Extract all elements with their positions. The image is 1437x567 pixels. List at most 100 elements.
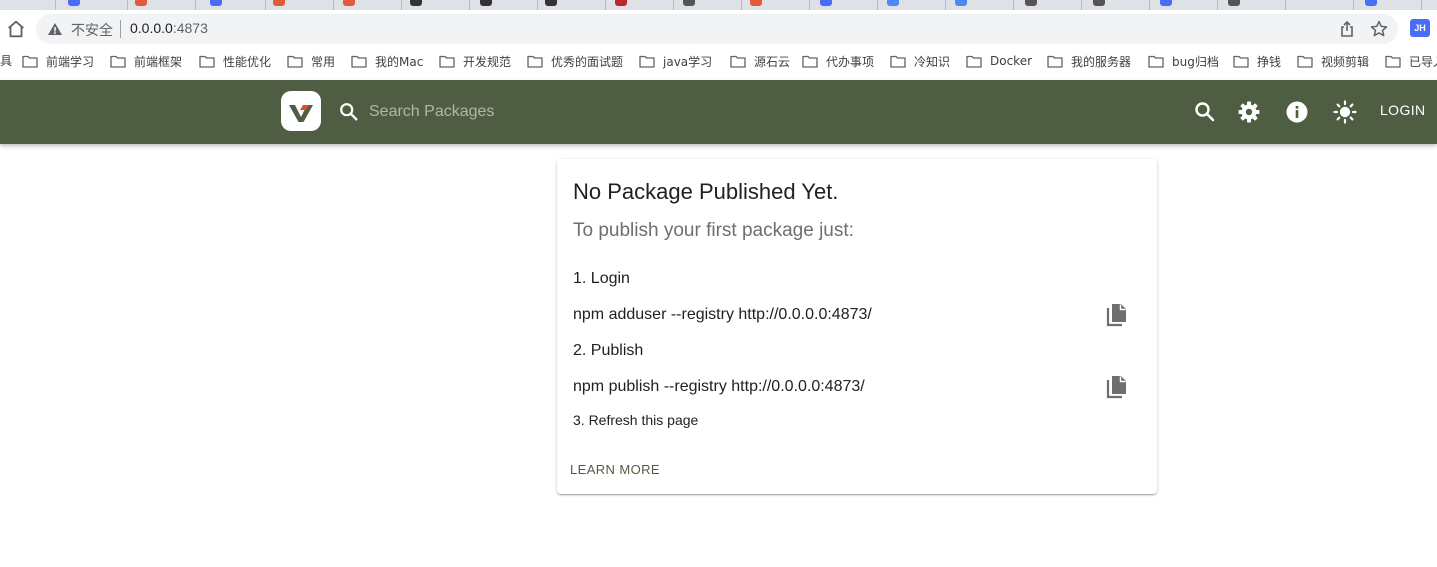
browser-tab[interactable] [606,0,674,10]
bookmark-folder[interactable]: 挣钱 [1233,52,1281,70]
publish-command: npm publish --registry http://0.0.0.0:48… [573,378,865,395]
folder-icon [1148,55,1164,68]
bookmark-folder[interactable]: 冷知识 [890,52,950,70]
search-icon[interactable] [1193,100,1217,124]
browser-tab[interactable] [402,0,470,10]
address-bar[interactable]: 不安全 0.0.0.0:4873 [36,14,1398,44]
theme-toggle-icon[interactable] [1333,100,1357,124]
bookmark-star-icon[interactable] [1370,20,1388,38]
bookmark-folder[interactable]: 开发规范 [439,52,511,70]
adduser-command: npm adduser --registry http://0.0.0.0:48… [573,306,872,323]
browser-tab[interactable] [742,0,810,10]
bookmark-label: 冷知识 [914,54,951,69]
login-button[interactable]: LOGIN [1380,102,1426,118]
share-icon[interactable] [1338,20,1356,38]
bookmark-label: Docker [990,54,1033,68]
folder-icon [351,55,367,68]
folder-icon [1297,55,1313,68]
bookmark-folder[interactable]: bug归档 [1148,52,1219,70]
browser-tab[interactable] [334,0,402,10]
card-subtitle: To publish your first package just: [573,220,854,241]
folder-icon [639,55,655,68]
folder-icon [1385,55,1401,68]
gear-icon[interactable] [1237,100,1261,124]
browser-tab[interactable] [1286,0,1354,10]
bookmark-folder[interactable]: java学习 [639,52,712,70]
bookmark-folder[interactable]: 源石云 [730,52,790,70]
folder-icon [890,55,906,68]
copy-icon[interactable] [1105,302,1129,328]
bookmark-label: 已导入 [1409,54,1437,69]
copy-icon[interactable] [1105,374,1129,400]
browser-tab[interactable] [1218,0,1286,10]
bookmark-label: 我的Mac [375,54,424,69]
url-text[interactable]: 0.0.0.0:4873 [130,20,208,36]
step-login: 1. Login [573,270,630,287]
warning-icon[interactable] [47,22,63,36]
browser-tab[interactable] [810,0,878,10]
verdaccio-logo[interactable] [281,91,321,131]
browser-tab[interactable] [538,0,606,10]
bookmark-folder[interactable]: 前端学习 [22,52,94,70]
bookmark-label: 性能优化 [223,54,272,69]
search-icon [340,103,358,121]
learn-more-button[interactable]: LEARN MORE [570,462,660,477]
bookmark-item[interactable]: 具 [0,52,12,69]
profile-avatar[interactable]: JH [1410,19,1430,37]
bookmark-label: 源石云 [754,54,791,69]
browser-tab[interactable] [0,0,56,10]
bookmark-label: bug归档 [1172,54,1219,69]
folder-icon [730,55,746,68]
folder-icon [527,55,543,68]
address-separator [120,20,121,38]
folder-icon [199,55,215,68]
bookmark-folder[interactable]: 性能优化 [199,52,271,70]
tab-strip[interactable] [0,0,1437,10]
bookmark-folder[interactable]: 我的服务器 [1047,52,1131,70]
folder-icon [110,55,126,68]
folder-icon [287,55,303,68]
bookmark-label: 视频剪辑 [1321,54,1370,69]
browser-tab[interactable] [1354,0,1422,10]
bookmark-folder[interactable]: 前端框架 [110,52,182,70]
bookmark-folder[interactable]: 我的Mac [351,52,423,70]
folder-icon [1047,55,1063,68]
bookmark-label: java学习 [663,54,713,69]
browser-tab[interactable] [1014,0,1082,10]
security-label[interactable]: 不安全 [71,20,113,40]
bookmark-label: 挣钱 [1257,54,1282,69]
bookmark-label: 优秀的面试题 [551,54,624,69]
browser-tab[interactable] [56,0,128,10]
bookmark-folder[interactable]: 优秀的面试题 [527,52,623,70]
bookmark-folder[interactable]: 常用 [287,52,335,70]
browser-tab[interactable] [946,0,1014,10]
info-icon[interactable] [1285,100,1309,124]
search-packages-input[interactable] [369,98,869,126]
folder-icon [1233,55,1249,68]
browser-tab[interactable] [470,0,538,10]
bookmarks-bar: 具 前端学习 前端框架 性能优化 常用 我的Mac 开发规范 优秀的面试题 java学习 源石云… [0,48,1437,74]
logo-icon [289,105,313,122]
bookmark-folder[interactable]: 代办事项 [802,52,874,70]
bookmark-folder[interactable]: 已导入 [1385,52,1437,70]
browser-tab[interactable] [196,0,266,10]
step-publish: 2. Publish [573,342,644,359]
bookmark-folder[interactable]: 视频剪辑 [1297,52,1369,70]
browser-tab[interactable] [128,0,196,10]
bookmark-label: 开发规范 [463,54,512,69]
browser-tab[interactable] [1082,0,1150,10]
browser-tab[interactable] [674,0,742,10]
bookmark-folder[interactable]: Docker [966,52,1032,70]
home-icon[interactable] [5,18,27,40]
browser-tab[interactable] [878,0,946,10]
browser-tab[interactable] [266,0,334,10]
browser-tab[interactable] [1150,0,1218,10]
card-title: No Package Published Yet. [573,179,839,204]
step-refresh: 3. Refresh this page [573,412,699,428]
empty-state-card: No Package Published Yet. To publish you… [557,159,1157,494]
bookmark-label: 代办事项 [826,54,875,69]
folder-icon [22,55,38,68]
folder-icon [439,55,455,68]
url-port: :4873 [172,20,208,36]
bookmark-label: 常用 [311,54,336,69]
